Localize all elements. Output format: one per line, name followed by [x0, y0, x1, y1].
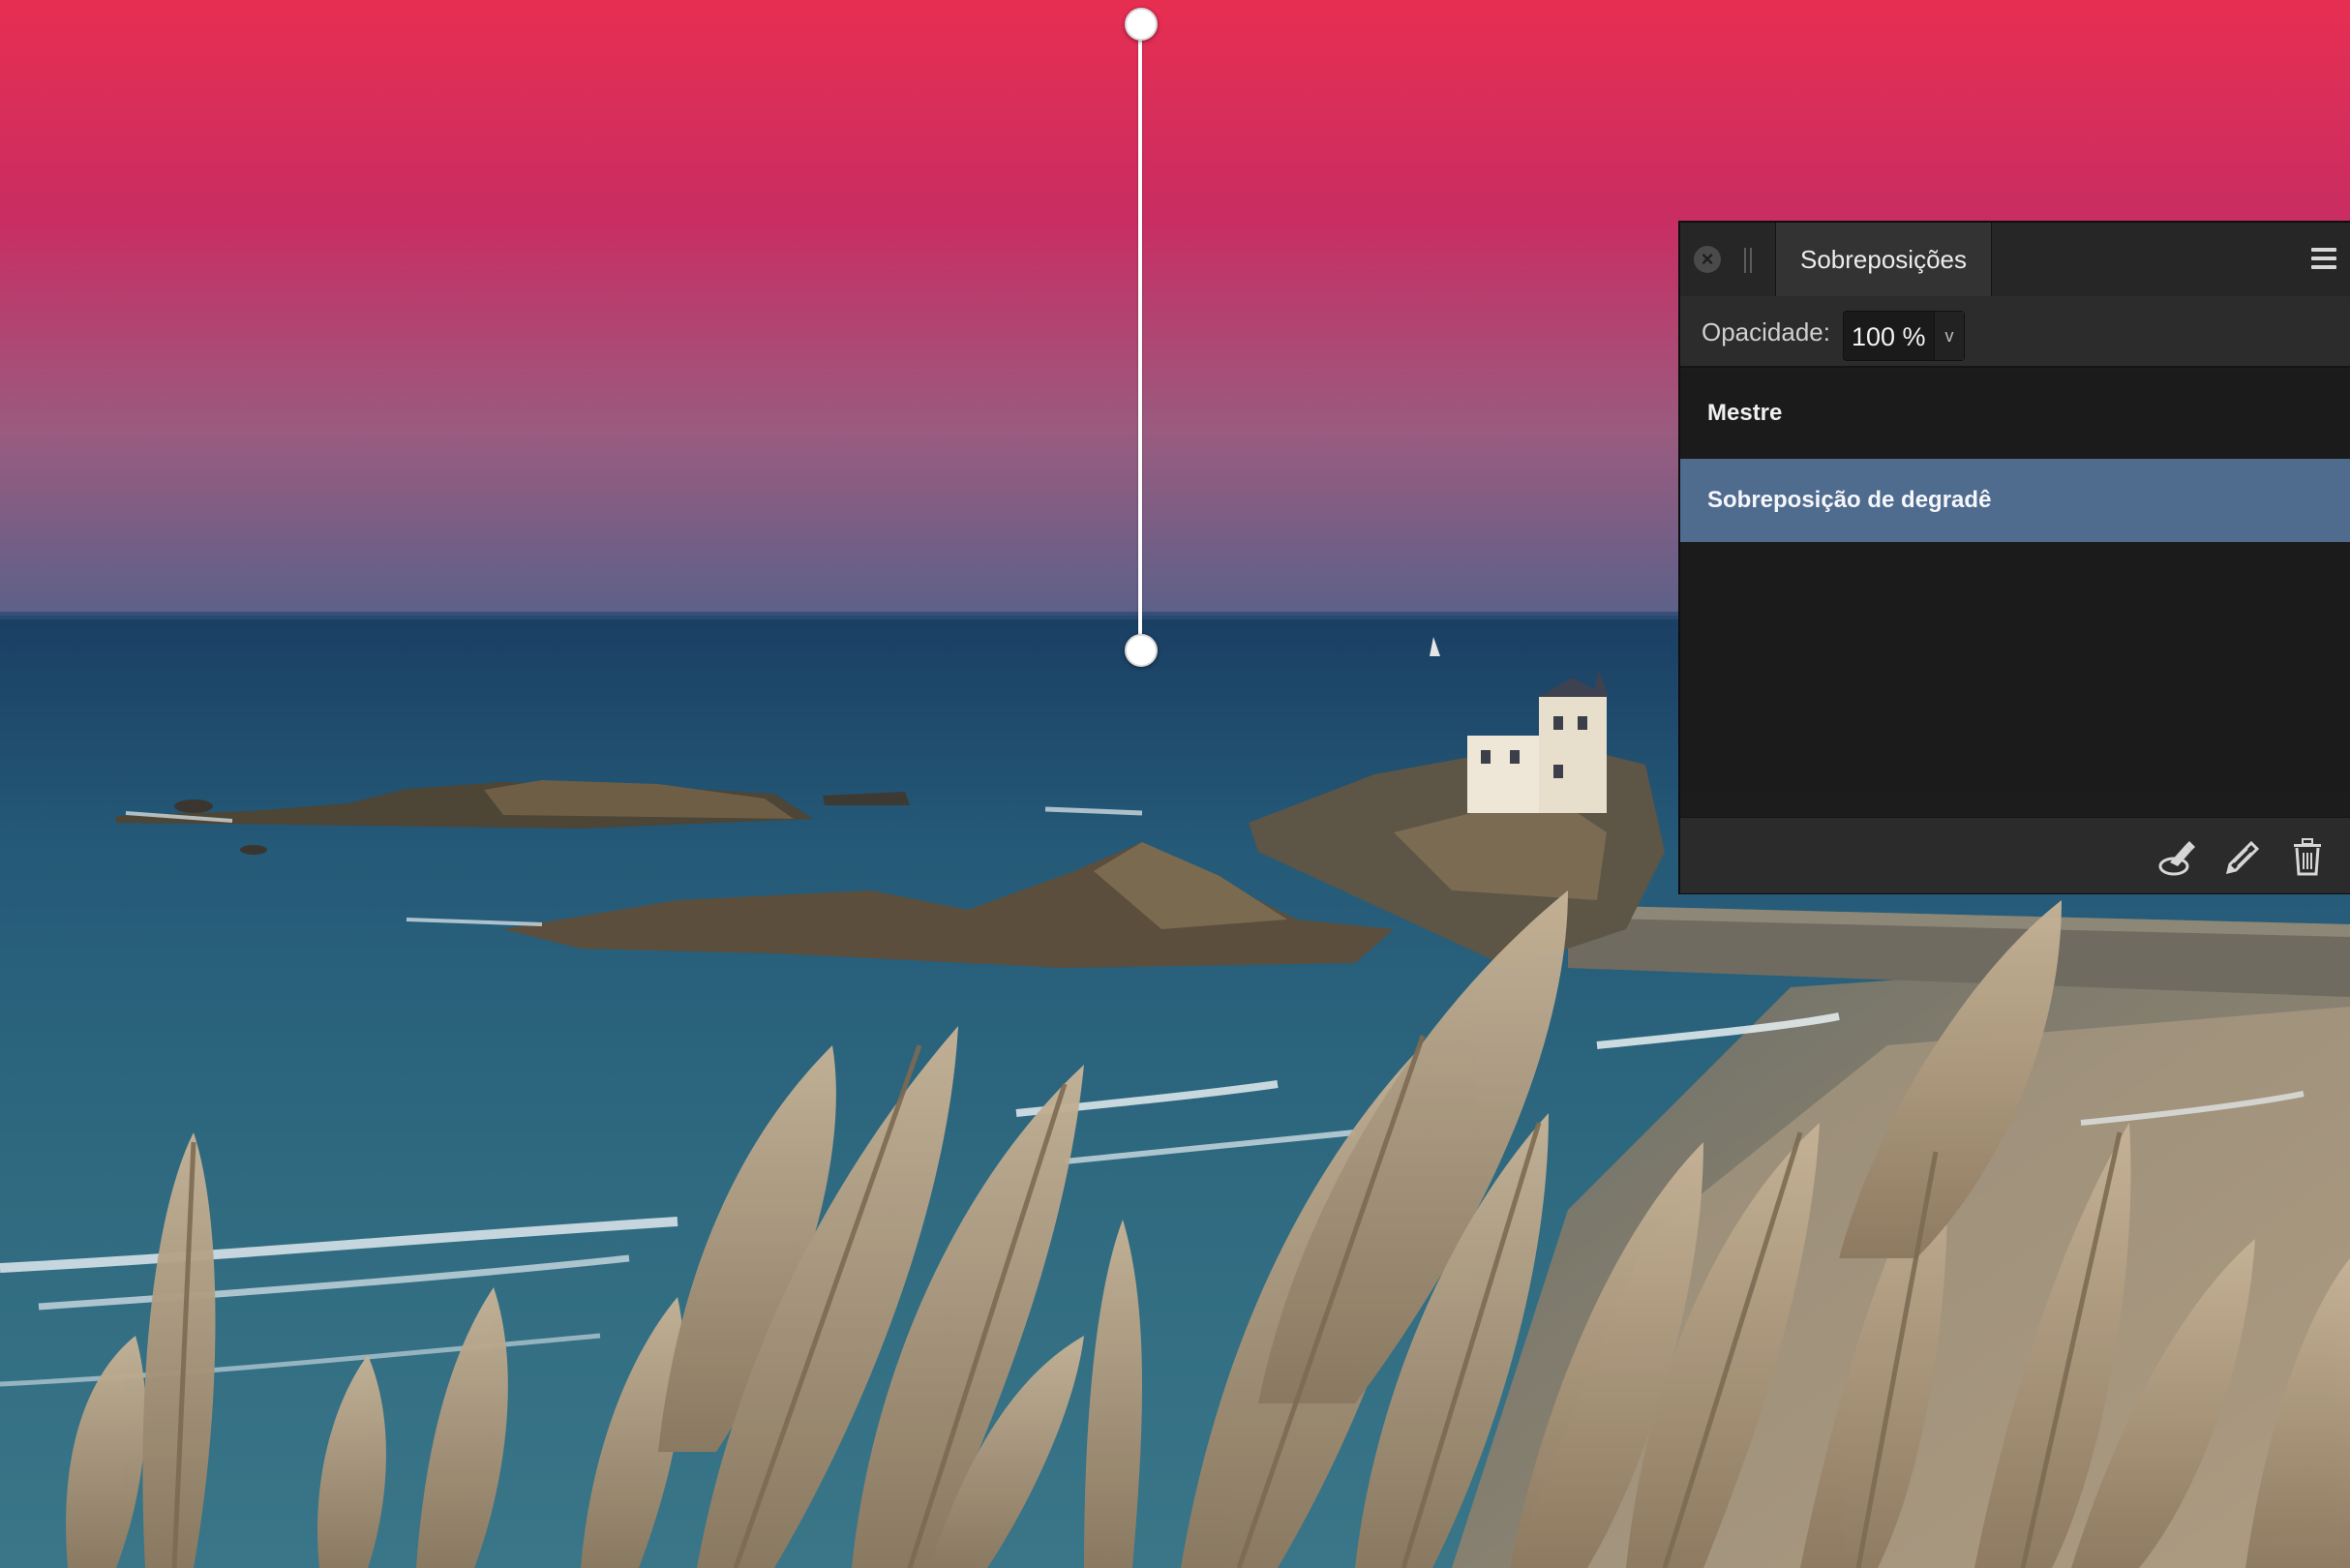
hamburger-menu-icon[interactable] — [2309, 244, 2338, 273]
opacity-row: Opacidade: 100 % v — [1680, 296, 2350, 368]
tab-overlays[interactable]: Sobreposições — [1775, 223, 1992, 296]
chevron-down-icon[interactable]: v — [1934, 312, 1964, 360]
list-item-gradient-overlay[interactable]: Sobreposição de degradê — [1680, 459, 2350, 542]
overlays-panel: × Sobreposições Opacidade: 100 % v Mestr… — [1678, 221, 2350, 894]
gradient-start-handle[interactable] — [1125, 8, 1158, 41]
opacity-value[interactable]: 100 % — [1852, 312, 1926, 362]
list-item-master[interactable]: Mestre — [1680, 372, 2350, 455]
panel-grip-icon[interactable] — [1744, 248, 1754, 273]
overlay-list: Mestre Sobreposição de degradê — [1680, 370, 2350, 792]
panel-footer — [1680, 817, 2350, 893]
opacity-field[interactable]: 100 % v — [1843, 311, 1965, 361]
panel-header: × Sobreposições — [1680, 223, 2350, 297]
trash-icon[interactable] — [2286, 835, 2329, 878]
gradient-handle-line[interactable] — [1138, 23, 1142, 650]
gradient-end-handle[interactable] — [1125, 634, 1158, 667]
pencil-icon[interactable] — [2220, 835, 2263, 878]
opacity-label: Opacidade: — [1702, 317, 1830, 347]
brush-erase-icon[interactable] — [2156, 835, 2199, 878]
close-icon[interactable]: × — [1694, 246, 1721, 273]
